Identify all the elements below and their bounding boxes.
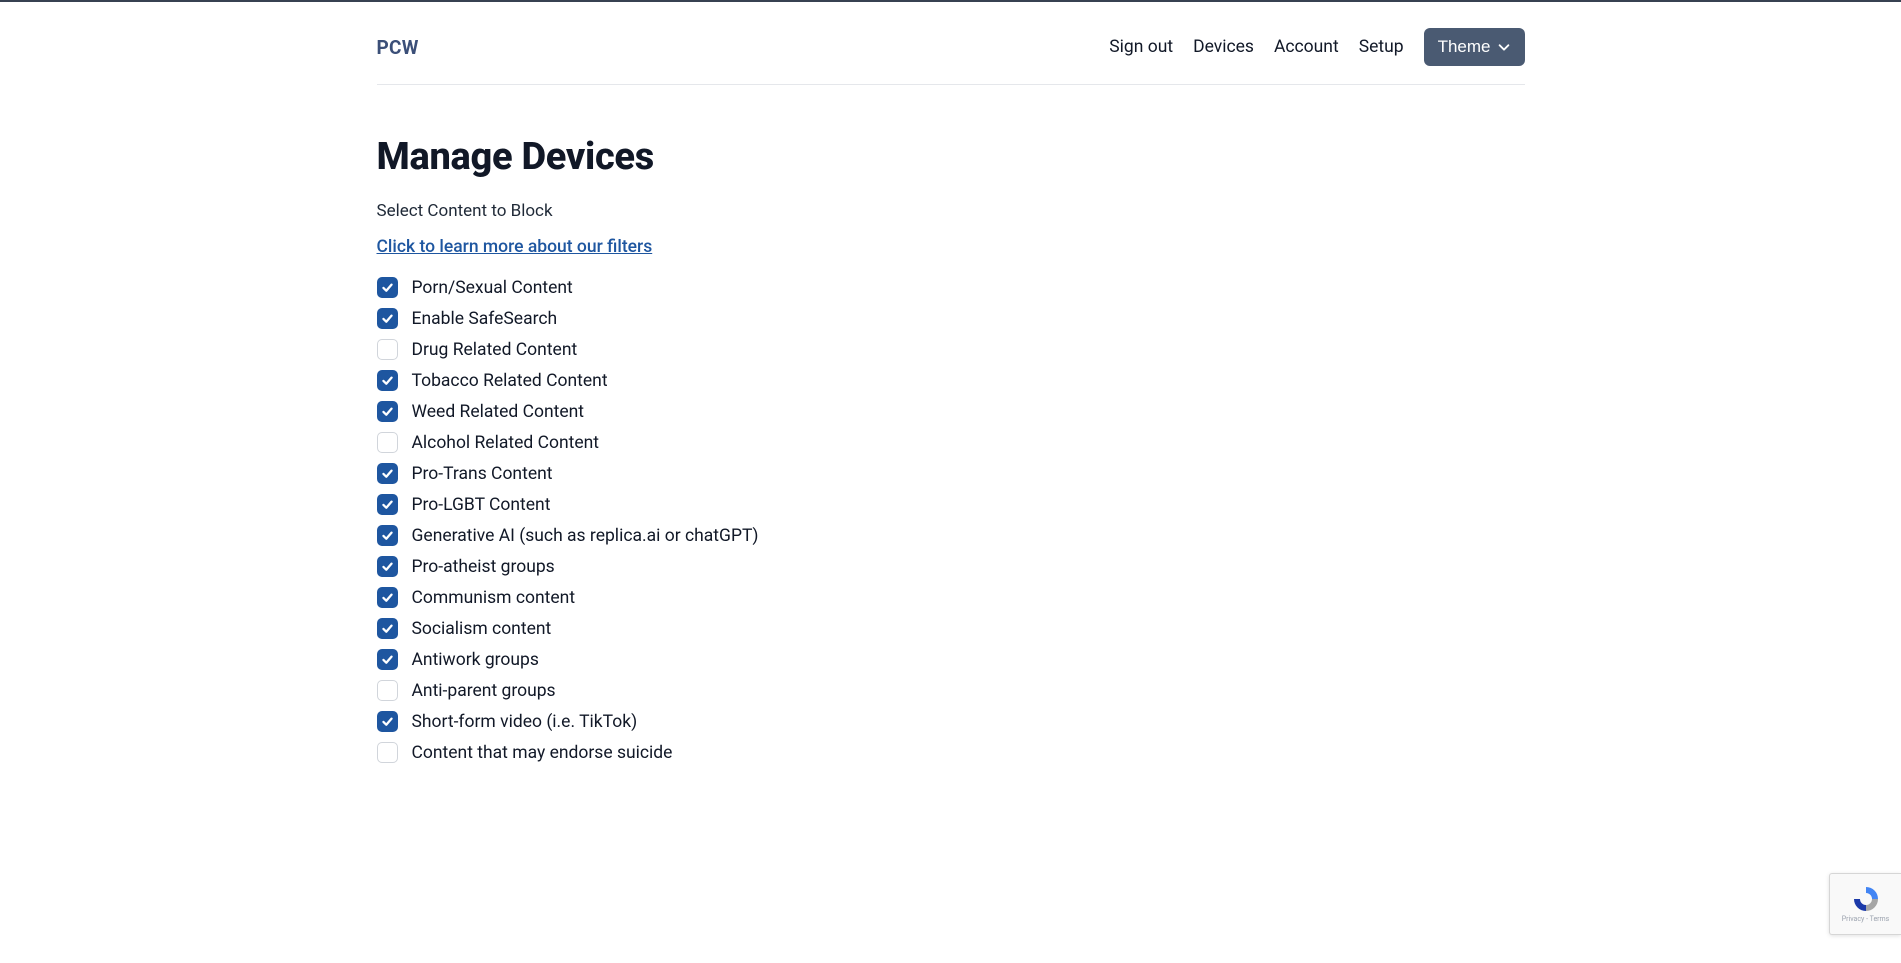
filter-label: Short-form video (i.e. TikTok) <box>412 712 638 732</box>
filter-row: Alcohol Related Content <box>377 432 1525 453</box>
filter-row: Pro-atheist groups <box>377 556 1525 577</box>
filter-row: Pro-LGBT Content <box>377 494 1525 515</box>
filter-checkbox[interactable] <box>377 494 398 515</box>
theme-label: Theme <box>1438 37 1491 57</box>
filter-checkbox[interactable] <box>377 463 398 484</box>
recaptcha-badge[interactable]: Privacy - Terms <box>1829 873 1901 935</box>
filter-checkbox[interactable] <box>377 339 398 360</box>
filter-label: Tobacco Related Content <box>412 371 608 391</box>
recaptcha-icon <box>1851 884 1881 914</box>
filter-row: Tobacco Related Content <box>377 370 1525 391</box>
filter-checkbox[interactable] <box>377 525 398 546</box>
chevron-down-icon <box>1497 40 1511 54</box>
nav-setup[interactable]: Setup <box>1359 37 1404 57</box>
filter-row: Enable SafeSearch <box>377 308 1525 329</box>
theme-dropdown-button[interactable]: Theme <box>1424 28 1525 66</box>
page-subtitle: Select Content to Block <box>377 201 1525 221</box>
filter-checkbox[interactable] <box>377 742 398 763</box>
filter-checkbox[interactable] <box>377 556 398 577</box>
filter-checkbox[interactable] <box>377 401 398 422</box>
filter-checkbox[interactable] <box>377 618 398 639</box>
filter-row: Drug Related Content <box>377 339 1525 360</box>
filter-label: Antiwork groups <box>412 650 539 670</box>
filter-label: Generative AI (such as replica.ai or cha… <box>412 526 759 546</box>
filter-label: Content that may endorse suicide <box>412 743 673 763</box>
recaptcha-links: Privacy - Terms <box>1842 916 1890 924</box>
filter-label: Porn/Sexual Content <box>412 278 573 298</box>
filter-row: Socialism content <box>377 618 1525 639</box>
filter-row: Pro-Trans Content <box>377 463 1525 484</box>
filter-row: Antiwork groups <box>377 649 1525 670</box>
filter-row: Communism content <box>377 587 1525 608</box>
filter-label: Weed Related Content <box>412 402 585 422</box>
filter-label: Enable SafeSearch <box>412 309 558 329</box>
filter-label: Anti-parent groups <box>412 681 556 701</box>
nav-devices[interactable]: Devices <box>1193 37 1254 57</box>
header: PCW Sign out Devices Account Setup Theme <box>377 2 1525 85</box>
filter-checkbox[interactable] <box>377 432 398 453</box>
filter-row: Content that may endorse suicide <box>377 742 1525 763</box>
nav-signout[interactable]: Sign out <box>1109 37 1173 57</box>
filter-label: Pro-Trans Content <box>412 464 553 484</box>
filter-checkbox[interactable] <box>377 308 398 329</box>
nav-account[interactable]: Account <box>1274 37 1339 57</box>
filter-checkbox[interactable] <box>377 370 398 391</box>
brand-logo[interactable]: PCW <box>377 36 419 59</box>
filter-checkbox[interactable] <box>377 680 398 701</box>
filter-row: Porn/Sexual Content <box>377 277 1525 298</box>
learn-more-link[interactable]: Click to learn more about our filters <box>377 237 653 257</box>
filter-row: Weed Related Content <box>377 401 1525 422</box>
filter-label: Alcohol Related Content <box>412 433 600 453</box>
filter-list: Porn/Sexual Content Enable SafeSearch Drug… <box>377 277 1525 763</box>
filter-label: Drug Related Content <box>412 340 578 360</box>
main-content: Manage Devices Select Content to Block C… <box>377 85 1525 763</box>
filter-checkbox[interactable] <box>377 277 398 298</box>
filter-label: Pro-LGBT Content <box>412 495 551 515</box>
filter-row: Short-form video (i.e. TikTok) <box>377 711 1525 732</box>
filter-label: Communism content <box>412 588 576 608</box>
filter-row: Generative AI (such as replica.ai or cha… <box>377 525 1525 546</box>
filter-label: Socialism content <box>412 619 552 639</box>
filter-checkbox[interactable] <box>377 649 398 670</box>
page-title: Manage Devices <box>377 135 1525 179</box>
filter-row: Anti-parent groups <box>377 680 1525 701</box>
top-nav: Sign out Devices Account Setup Theme <box>1109 28 1524 66</box>
filter-checkbox[interactable] <box>377 587 398 608</box>
filter-checkbox[interactable] <box>377 711 398 732</box>
filter-label: Pro-atheist groups <box>412 557 555 577</box>
